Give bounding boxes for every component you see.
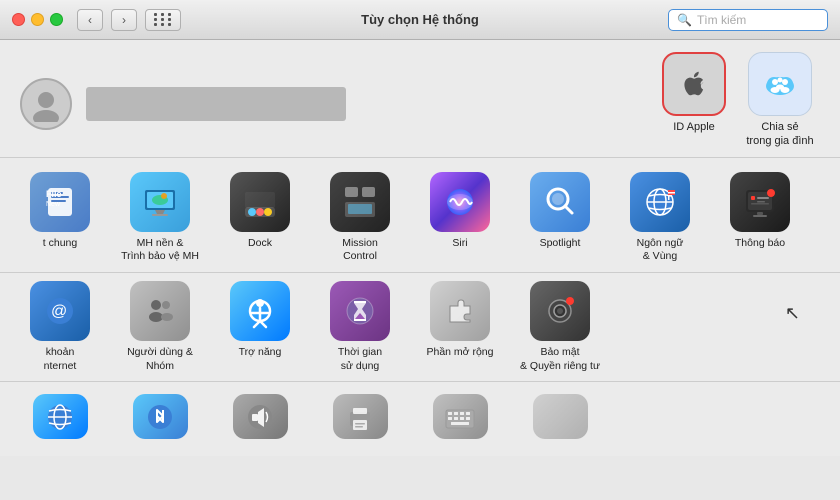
icon-mission-control[interactable]: MissionControl xyxy=(310,164,410,272)
minimize-button[interactable] xyxy=(31,13,44,26)
traffic-lights xyxy=(12,13,63,26)
profile-info xyxy=(86,87,654,121)
spotlight-label: Spotlight xyxy=(540,237,581,251)
network-icon xyxy=(41,398,79,436)
empty-space: ↖ xyxy=(610,273,830,381)
siri-icon xyxy=(440,182,480,222)
icon-extensions[interactable]: Phần mở rộng xyxy=(410,273,510,381)
notifications-icon xyxy=(740,182,780,222)
search-icon: 🔍 xyxy=(677,13,692,27)
top-icons-row: ID Apple Chia sẻtrong gia xyxy=(654,52,820,157)
icon-screentime[interactable]: Thời giansử dụng xyxy=(310,273,410,381)
family-sharing-icon xyxy=(760,64,800,104)
svg-text:@: @ xyxy=(51,303,67,320)
general-icon: File New xyxy=(41,183,79,221)
apple-logo-icon xyxy=(676,66,712,102)
icon-users[interactable]: Người dùng &Nhóm xyxy=(110,273,210,381)
siri-label: Siri xyxy=(452,237,467,251)
icon-family-sharing[interactable]: Chia sẻtrong gia đình xyxy=(740,52,820,149)
main-grid: File New t chung MH nền &Trình bảo vệ MH xyxy=(0,158,840,273)
accessibility-icon xyxy=(240,291,280,331)
dock-label: Dock xyxy=(248,237,272,251)
icon-notifications[interactable]: Thông báo xyxy=(710,164,810,272)
icon-print[interactable] xyxy=(310,386,410,452)
search-placeholder: Tìm kiếm xyxy=(697,13,746,27)
mission-control-label: MissionControl xyxy=(342,237,378,264)
security-label: Bảo mật& Quyền riêng tư xyxy=(520,346,600,373)
close-button[interactable] xyxy=(12,13,25,26)
users-icon xyxy=(140,291,180,331)
back-button[interactable]: ‹ xyxy=(77,9,103,31)
keyboard-icon xyxy=(441,398,479,436)
dock-icon xyxy=(240,182,280,222)
profile-section: ID Apple Chia sẻtrong gia xyxy=(0,40,840,158)
accessibility-label: Trợ năng xyxy=(239,346,282,360)
language-icon xyxy=(640,182,680,222)
icon-security[interactable]: Bảo mật& Quyền riêng tư xyxy=(510,273,610,381)
icon-dock[interactable]: Dock xyxy=(210,164,310,272)
mouse-cursor: ↖ xyxy=(785,303,800,324)
family-sharing-label: Chia sẻtrong gia đình xyxy=(746,120,813,149)
security-icon xyxy=(540,291,580,331)
icon-desktop[interactable]: MH nền &Trình bảo vệ MH xyxy=(110,164,210,272)
icon-bluetooth[interactable] xyxy=(110,386,210,452)
avatar xyxy=(20,78,72,130)
profile-name-blurred xyxy=(86,87,346,121)
internet-label: khoảnnternet xyxy=(44,346,77,373)
desktop-label: MH nền &Trình bảo vệ MH xyxy=(121,237,199,264)
general-label: t chung xyxy=(43,237,77,251)
apple-id-label: ID Apple xyxy=(673,120,715,134)
grid-view-button[interactable] xyxy=(145,9,181,31)
icon-accessibility[interactable]: Trợ năng xyxy=(210,273,310,381)
icon-network[interactable] xyxy=(10,386,110,452)
icon-extra[interactable] xyxy=(510,386,610,452)
icon-sound[interactable] xyxy=(210,386,310,452)
notifications-label: Thông báo xyxy=(735,237,785,251)
forward-button[interactable]: › xyxy=(111,9,137,31)
window-title: Tùy chọn Hệ thống xyxy=(361,12,479,27)
users-label: Người dùng &Nhóm xyxy=(127,346,193,373)
icon-spotlight[interactable]: Spotlight xyxy=(510,164,610,272)
svg-text:New: New xyxy=(46,201,61,208)
language-label: Ngôn ngữ& Vùng xyxy=(637,237,684,264)
icon-general[interactable]: File New t chung xyxy=(10,164,110,272)
print-icon xyxy=(341,398,379,436)
maximize-button[interactable] xyxy=(50,13,63,26)
titlebar-controls: ‹ › xyxy=(12,9,181,31)
icon-apple-id[interactable]: ID Apple xyxy=(654,52,734,149)
spotlight-icon xyxy=(540,182,580,222)
icon-language[interactable]: Ngôn ngữ& Vùng xyxy=(610,164,710,272)
desktop-icon xyxy=(140,182,180,222)
extensions-icon xyxy=(440,291,480,331)
mission-control-icon xyxy=(340,182,380,222)
icon-keyboard[interactable] xyxy=(410,386,510,452)
titlebar: ‹ › Tùy chọn Hệ thống 🔍 Tìm kiếm xyxy=(0,0,840,40)
search-box[interactable]: 🔍 Tìm kiếm xyxy=(668,9,828,31)
icon-internet[interactable]: @ khoảnnternet xyxy=(10,273,110,381)
main-grid-row2: @ khoảnnternet Người dùng &Nhóm xyxy=(0,273,840,382)
internet-icon: @ xyxy=(40,291,80,331)
sound-icon xyxy=(241,398,279,436)
extensions-label: Phần mở rộng xyxy=(426,346,493,360)
icon-siri[interactable]: Siri xyxy=(410,164,510,272)
bottom-row xyxy=(0,382,840,456)
svg-text:File: File xyxy=(46,189,62,199)
screentime-icon xyxy=(340,291,380,331)
grid-dots-icon xyxy=(154,13,173,26)
screentime-label: Thời giansử dụng xyxy=(338,346,382,373)
bluetooth-icon xyxy=(141,398,179,436)
